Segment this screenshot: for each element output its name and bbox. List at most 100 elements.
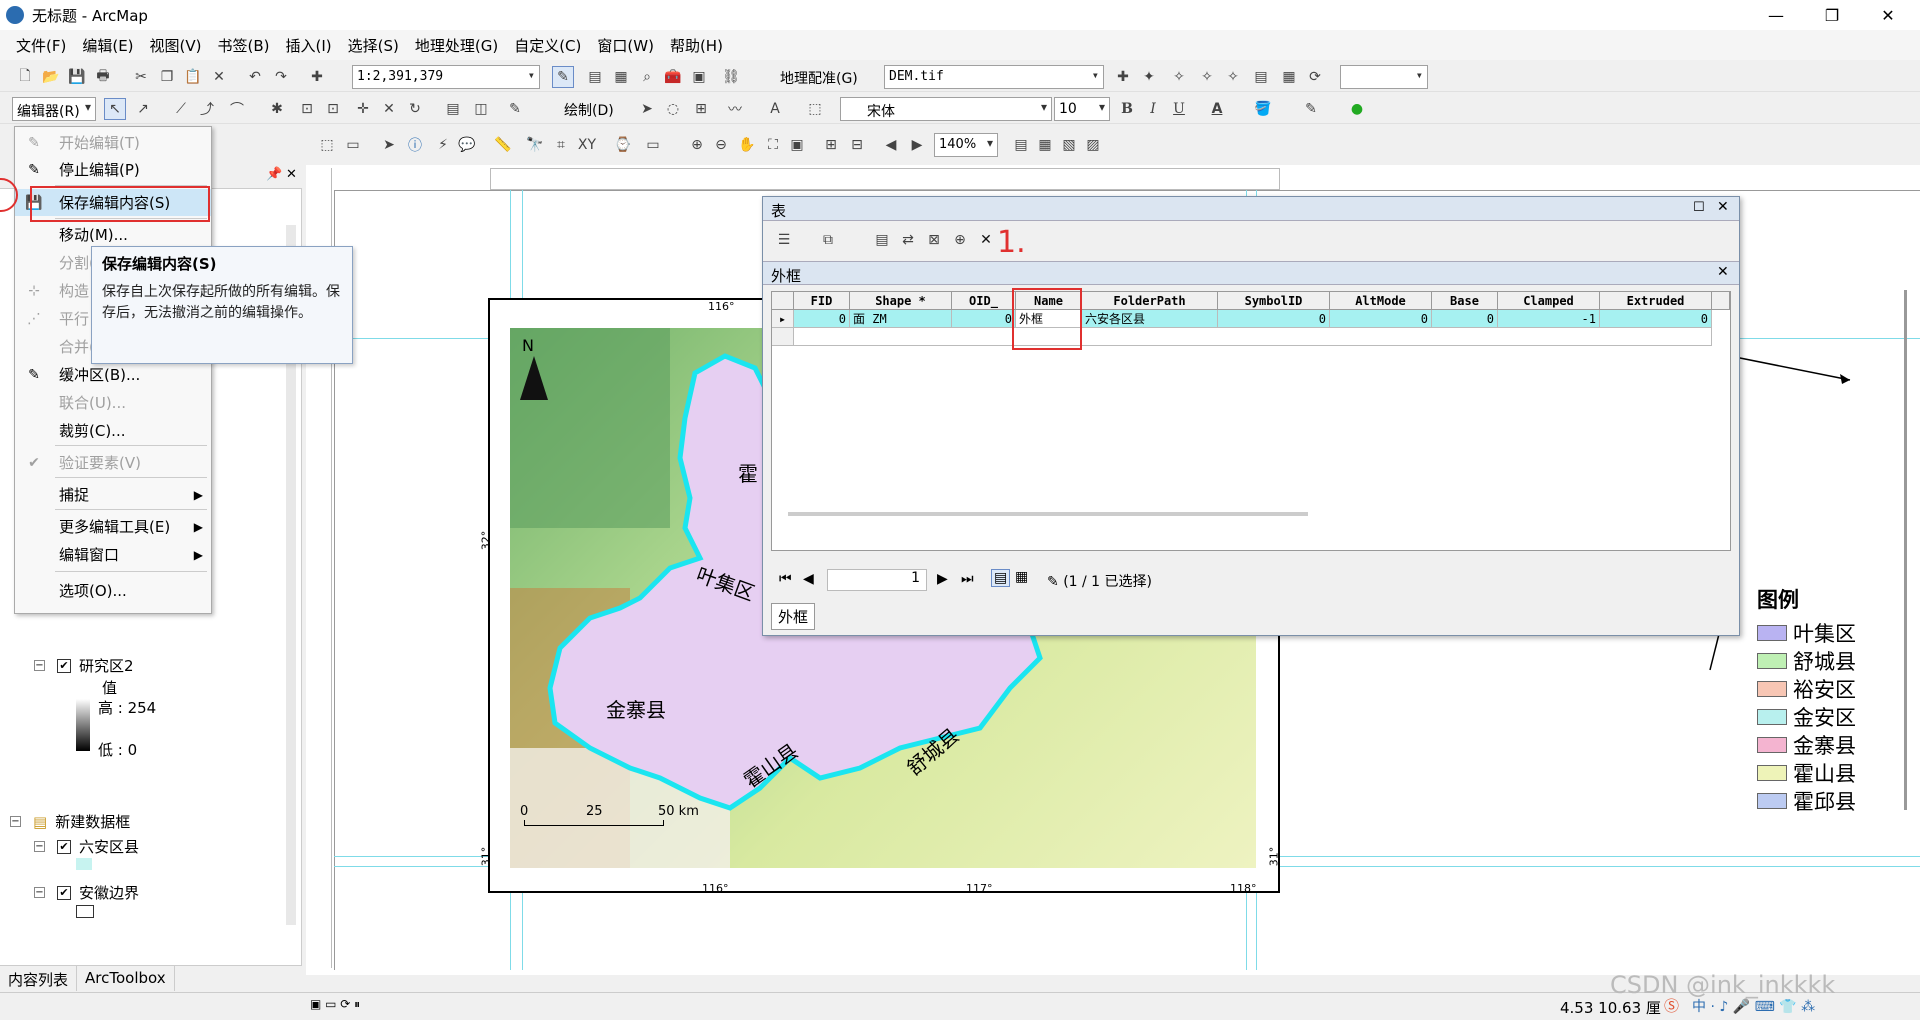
menu-item-options[interactable]: 选项(O)...	[15, 577, 211, 604]
fill-color-icon[interactable]: 🪣	[1252, 98, 1274, 120]
last-record-icon[interactable]: ⏭	[961, 571, 974, 587]
layer-luan-counties[interactable]: − ✔ 六安区县	[34, 836, 139, 857]
hyperlink-icon[interactable]: ⚡	[432, 134, 454, 156]
clear-selection-icon[interactable]: ⊠	[923, 229, 945, 251]
cut-polygons-icon[interactable]: ✛	[352, 98, 374, 120]
table-cell[interactable]: 面 ZM	[850, 310, 952, 328]
link-table-icon[interactable]: ▦	[1278, 66, 1300, 88]
find-route-icon[interactable]: ⌗	[550, 134, 572, 156]
related-tables-icon[interactable]: ⧉	[817, 229, 839, 251]
select-elements-icon[interactable]: ➤	[636, 98, 658, 120]
map-scale-combobox[interactable]: 1:2,391,379	[352, 65, 540, 89]
menu-item-more-tools[interactable]: 更多编辑工具(E) ▶	[15, 513, 211, 540]
line-color-icon[interactable]: ✎	[1300, 98, 1322, 120]
model-builder-icon[interactable]: ⛓	[720, 66, 742, 88]
menu-edit[interactable]: 编辑(E)	[74, 35, 141, 56]
font-size-combobox[interactable]: 10	[1054, 97, 1110, 121]
layer-visibility-checkbox[interactable]: ✔	[57, 885, 71, 900]
row-selector-icon[interactable]: ▸	[772, 310, 794, 328]
column-header[interactable]: Shape *	[850, 292, 952, 310]
italic-button[interactable]: I	[1142, 98, 1164, 120]
new-marker-icon[interactable]: ⬚	[804, 98, 826, 120]
maximize-button[interactable]: ❐	[1804, 0, 1860, 30]
focus-data-frame-icon[interactable]: ▦	[1034, 134, 1056, 156]
add-control-points-icon[interactable]: ✚	[1112, 66, 1134, 88]
rotate-icon[interactable]: ✧	[1168, 66, 1190, 88]
menu-view[interactable]: 视图(V)	[142, 35, 210, 56]
pin-icon[interactable]: 📌	[266, 167, 282, 182]
measure-icon[interactable]: 📏	[492, 134, 514, 156]
search-window-icon[interactable]: ⌕	[636, 66, 658, 88]
shift-icon[interactable]: ✧	[1196, 66, 1218, 88]
menu-item-stop-editing[interactable]: ✎ 停止编辑(P)	[15, 156, 211, 183]
zoom-whole-page-icon[interactable]: ⛶	[762, 134, 784, 156]
table-cell[interactable]: 0	[952, 310, 1016, 328]
copy-icon[interactable]: ❐	[156, 66, 178, 88]
fixed-zoom-out-icon[interactable]: ⊟	[846, 134, 868, 156]
show-selected-records-icon[interactable]: ▦	[1015, 569, 1028, 585]
table-tab-outer-frame[interactable]: 外框	[771, 603, 816, 630]
column-header[interactable]: OID_	[952, 292, 1016, 310]
previous-record-icon[interactable]: ◀	[803, 571, 814, 587]
menu-insert[interactable]: 插入(I)	[278, 35, 340, 56]
collapse-icon[interactable]: −	[34, 841, 45, 852]
marker-color-icon[interactable]: ●	[1346, 98, 1368, 120]
reshape-icon[interactable]: ⊡	[322, 98, 344, 120]
column-header[interactable]: Extruded	[1600, 292, 1712, 310]
table-cell[interactable]: 六安各区县	[1082, 310, 1218, 328]
catalog-icon[interactable]: ▦	[610, 66, 632, 88]
editor-toolbar-icon[interactable]: ✎	[552, 66, 574, 88]
table-cell[interactable]: 0	[1218, 310, 1330, 328]
switch-selection-icon[interactable]: ⇄	[897, 229, 919, 251]
new-row[interactable]	[794, 328, 1712, 346]
collapse-icon[interactable]: −	[34, 887, 45, 898]
next-record-icon[interactable]: ▶	[937, 571, 948, 587]
menu-customize[interactable]: 自定义(C)	[506, 35, 589, 56]
ime-s-icon[interactable]: Ⓢ	[1664, 995, 1679, 1016]
table-cell[interactable]: 0	[1600, 310, 1712, 328]
collapse-icon[interactable]: −	[10, 816, 21, 827]
refresh-icon[interactable]: ⟳	[1304, 66, 1326, 88]
delete-icon[interactable]: ✕	[208, 66, 230, 88]
cut-icon[interactable]: ✂	[130, 66, 152, 88]
point-icon[interactable]: ✱	[266, 98, 288, 120]
table-cell[interactable]: 0	[1330, 310, 1432, 328]
minimize-button[interactable]: —	[1748, 0, 1804, 30]
table-cell[interactable]: -1	[1498, 310, 1600, 328]
new-curve-icon[interactable]: 〰	[724, 98, 746, 120]
column-header[interactable]: Base	[1432, 292, 1498, 310]
select-elements-tool-icon[interactable]: ➤	[378, 134, 400, 156]
menu-item-clip[interactable]: 裁剪(C)...	[15, 417, 211, 444]
close-button[interactable]: ✕	[1860, 0, 1916, 30]
menu-file[interactable]: 文件(F)	[8, 35, 74, 56]
column-header[interactable]: SymbolID	[1218, 292, 1330, 310]
layout-pan-icon[interactable]: ✋	[736, 134, 758, 156]
redo-icon[interactable]: ↷	[270, 66, 292, 88]
html-popup-icon[interactable]: 💬	[456, 134, 478, 156]
save-icon[interactable]: 💾	[66, 66, 88, 88]
menu-item-move[interactable]: 移动(M)...	[15, 221, 211, 248]
font-color-icon[interactable]: A	[1206, 98, 1228, 120]
georeferencing-label[interactable]: 地理配准(G)	[780, 68, 858, 88]
menu-help[interactable]: 帮助(H)	[662, 35, 731, 56]
select-by-graphics-icon[interactable]: ▭	[342, 134, 364, 156]
new-row-selector[interactable]	[772, 328, 794, 346]
new-document-icon[interactable]: 🗋	[14, 66, 36, 88]
menu-geoprocessing[interactable]: 地理处理(G)	[407, 35, 506, 56]
edit-tool-icon[interactable]: ↖	[104, 98, 126, 120]
add-data-icon[interactable]: ✚	[306, 66, 328, 88]
time-slider-icon[interactable]: ⌚	[612, 134, 634, 156]
toc-close-icon[interactable]: ✕	[286, 167, 297, 182]
go-forward-extent-icon[interactable]: ▶	[906, 134, 928, 156]
go-to-xy-icon[interactable]: XY	[576, 134, 598, 156]
font-name-combobox[interactable]: 宋体	[840, 97, 1052, 121]
menu-selection[interactable]: 选择(S)	[340, 35, 407, 56]
layout-view-toggle-icon[interactable]: ▣ ▭ ⟳ ⏸	[310, 997, 360, 1012]
attribute-grid[interactable]: FID Shape * OID_ Name FolderPath SymbolI…	[771, 291, 1731, 551]
layout-zoom-combobox[interactable]: 140%	[934, 133, 998, 157]
create-features-icon[interactable]: ✎	[504, 98, 526, 120]
data-driven-pages-icon[interactable]: ▨	[1082, 134, 1104, 156]
view-link-table-icon[interactable]: ▤	[1250, 66, 1272, 88]
toggle-draft-mode-icon[interactable]: ▤	[1010, 134, 1032, 156]
split-icon[interactable]: ✕	[378, 98, 400, 120]
